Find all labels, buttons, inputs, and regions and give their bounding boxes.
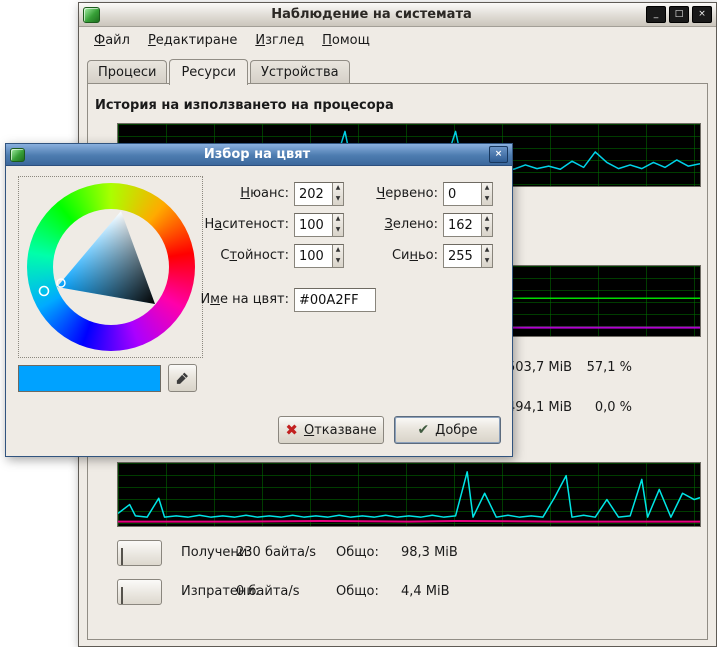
system-monitor-icon — [83, 7, 100, 23]
eyedropper-button[interactable] — [168, 364, 197, 392]
color-name-input[interactable] — [294, 288, 376, 312]
tab-processes[interactable]: Процеси — [87, 60, 167, 84]
swap-amount: 494,1 MiB — [507, 400, 572, 415]
color-preview — [18, 365, 161, 392]
sv-triangle[interactable] — [27, 183, 195, 351]
received-total-label: Общо: — [336, 540, 379, 566]
received-color-button[interactable] — [117, 540, 162, 566]
red-spinbox[interactable]: ▲▼ — [443, 182, 493, 206]
value-label: Стойност: — [157, 248, 289, 263]
network-history-chart — [117, 462, 701, 527]
menu-help[interactable]: Помощ — [313, 30, 379, 51]
blue-up-icon[interactable]: ▲ — [482, 245, 492, 256]
hue-label: Нюанс: — [157, 186, 289, 201]
cancel-button[interactable]: ✖ Отказване — [278, 416, 384, 444]
cancel-button-label: Отказване — [304, 423, 377, 438]
cpu-history-title: История на използването на процесора — [95, 98, 394, 113]
tab-bar: Процеси Ресурси Устройства — [87, 58, 708, 84]
network-received-row: Получени: 230 байта/s Общо: 98,3 MiB — [117, 540, 677, 566]
sent-color-button[interactable] — [117, 579, 162, 605]
dialog-title: Избор на цвят — [25, 147, 489, 162]
close-button[interactable]: × — [692, 6, 712, 23]
ok-button[interactable]: ✔ Добре — [394, 416, 501, 444]
red-up-icon[interactable]: ▲ — [482, 183, 492, 194]
menubar: Файл Редактиране Изглед Помощ — [79, 28, 716, 53]
red-down-icon[interactable]: ▼ — [482, 194, 492, 205]
ok-button-label: Добре — [435, 423, 477, 438]
tab-devices[interactable]: Устройства — [250, 60, 350, 84]
desktop: Наблюдение на системата _ □ × Файл Редак… — [0, 0, 717, 647]
sent-color-swatch — [121, 587, 123, 604]
red-input[interactable] — [444, 183, 481, 205]
received-rate: 230 байта/s — [236, 540, 316, 566]
sent-total: 4,4 MiB — [401, 579, 450, 605]
eyedropper-icon — [175, 370, 190, 386]
sent-rate: 0 байта/s — [236, 579, 300, 605]
window-controls: _ □ × — [643, 6, 712, 23]
blue-down-icon[interactable]: ▼ — [482, 256, 492, 267]
blue-spinbox[interactable]: ▲▼ — [443, 244, 493, 268]
ok-icon: ✔ — [417, 423, 429, 438]
maximize-button[interactable]: □ — [669, 6, 689, 23]
color-picker-dialog: Избор на цвят × — [5, 143, 513, 457]
main-titlebar[interactable]: Наблюдение на системата _ □ × — [79, 3, 716, 27]
menu-view[interactable]: Изглед — [246, 30, 313, 51]
menu-edit[interactable]: Редактиране — [139, 30, 246, 51]
minimize-button[interactable]: _ — [646, 6, 666, 23]
dialog-titlebar[interactable]: Избор на цвят × — [6, 144, 512, 166]
blue-label: Синьо: — [306, 248, 438, 263]
hue-ring-marker — [40, 287, 49, 296]
cancel-icon: ✖ — [285, 423, 298, 438]
red-label: Червено: — [306, 186, 438, 201]
sent-total-label: Общо: — [336, 579, 379, 605]
main-window-title: Наблюдение на системата — [100, 7, 643, 22]
green-up-icon[interactable]: ▲ — [482, 214, 492, 225]
green-down-icon[interactable]: ▼ — [482, 225, 492, 236]
green-label: Зелено: — [306, 217, 438, 232]
memory-percent: 57,1 % — [568, 360, 632, 375]
green-input[interactable] — [444, 214, 481, 236]
memory-amount: 503,7 MiB — [507, 360, 572, 375]
tab-resources[interactable]: Ресурси — [169, 59, 248, 85]
blue-input[interactable] — [444, 245, 481, 267]
green-spinbox[interactable]: ▲▼ — [443, 213, 493, 237]
received-total: 98,3 MiB — [401, 540, 458, 566]
received-color-swatch — [121, 548, 123, 565]
menu-file[interactable]: Файл — [85, 30, 139, 51]
color-wheel-area[interactable] — [18, 176, 203, 358]
saturation-label: Наситеност: — [157, 217, 289, 232]
dialog-close-button[interactable]: × — [489, 146, 508, 163]
swap-percent: 0,0 % — [568, 400, 632, 415]
dialog-icon — [10, 148, 25, 162]
network-sent-row: Изпратени: 0 байта/s Общо: 4,4 MiB — [117, 579, 677, 605]
color-name-label: Име на цвят: — [157, 292, 289, 307]
